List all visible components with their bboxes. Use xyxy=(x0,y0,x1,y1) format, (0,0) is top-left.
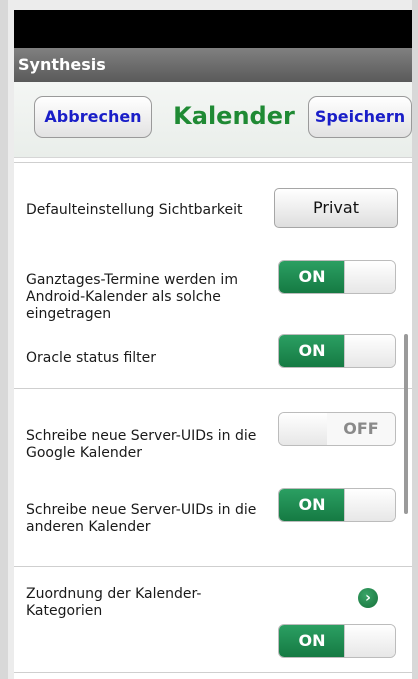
app-title-bar: Synthesis xyxy=(14,48,412,82)
google-uids-label: Schreibe neue Server-UIDs in die Google … xyxy=(26,428,257,461)
toggle-knob xyxy=(344,335,395,367)
toggle-knob xyxy=(344,625,395,657)
phone-screen: Synthesis Abbrechen Kalender Speichern D… xyxy=(14,10,412,679)
toggle-off-text: OFF xyxy=(327,413,395,445)
toggle-on-text: ON xyxy=(279,335,345,367)
page-title: Kalender xyxy=(173,102,295,130)
divider xyxy=(14,566,412,567)
divider xyxy=(14,672,412,673)
scrollbar[interactable] xyxy=(404,334,408,514)
allday-toggle[interactable]: ON xyxy=(278,260,396,294)
visibility-label: Defaulteinstellung Sichtbarkeit xyxy=(26,202,243,218)
oracle-toggle[interactable]: ON xyxy=(278,334,396,368)
chevron-right-icon[interactable]: › xyxy=(358,588,378,608)
cancel-button[interactable]: Abbrechen xyxy=(34,96,152,138)
toggle-knob xyxy=(279,413,328,445)
categories-toggle[interactable]: ON xyxy=(278,624,396,658)
visibility-select-button[interactable]: Privat xyxy=(274,188,398,228)
toggle-on-text: ON xyxy=(279,489,345,521)
google-uids-toggle[interactable]: OFF xyxy=(278,412,396,446)
toggle-on-text: ON xyxy=(279,261,345,293)
right-frame xyxy=(412,0,418,679)
toggle-knob xyxy=(344,261,395,293)
divider xyxy=(14,388,412,389)
header-bar: Abbrechen Kalender Speichern xyxy=(14,82,412,158)
allday-label: Ganztages-Termine werden im Android-Kale… xyxy=(26,272,238,322)
left-frame xyxy=(0,0,8,679)
categories-label: Zuordnung der Kalender-Kategorien xyxy=(26,586,202,619)
other-uids-toggle[interactable]: ON xyxy=(278,488,396,522)
other-uids-label: Schreibe neue Server-UIDs in die anderen… xyxy=(26,502,257,535)
app-title: Synthesis xyxy=(18,55,106,74)
save-button[interactable]: Speichern xyxy=(308,96,412,138)
toggle-on-text: ON xyxy=(279,625,345,657)
toggle-knob xyxy=(344,489,395,521)
divider xyxy=(14,162,412,163)
settings-list: Defaulteinstellung Sichtbarkeit Privat G… xyxy=(14,158,412,679)
oracle-label: Oracle status filter xyxy=(26,350,157,366)
status-bar xyxy=(14,10,412,48)
